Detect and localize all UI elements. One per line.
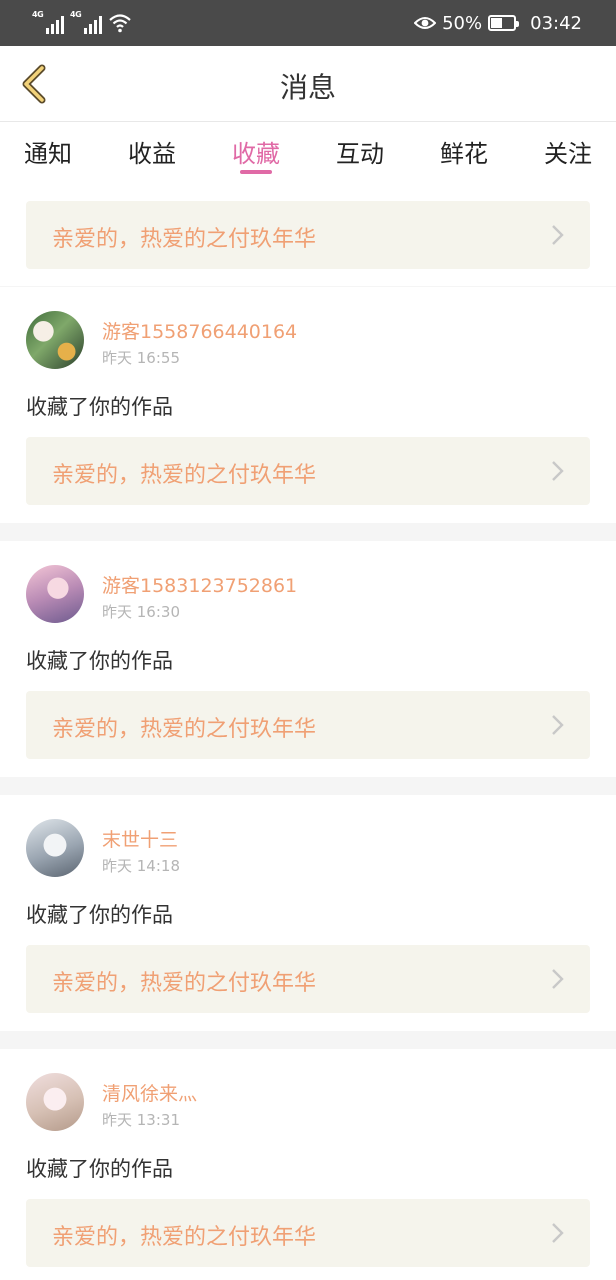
action-text: 收藏了你的作品	[26, 395, 173, 419]
timestamp: 昨天 16:30	[102, 603, 180, 621]
status-bar: 4G 4G 50% 03:42	[0, 0, 616, 46]
divider	[0, 523, 616, 541]
action-text: 收藏了你的作品	[26, 1157, 173, 1181]
clock: 03:42	[530, 12, 582, 34]
username[interactable]: 游客1558766440164	[102, 317, 297, 344]
network-type-label: 4G	[32, 10, 44, 19]
avatar[interactable]	[26, 819, 84, 877]
tab-interactions[interactable]: 互动	[336, 122, 384, 180]
work-card[interactable]: 亲爱的，热爱的之付玖年华	[26, 945, 590, 1013]
cellular-signal-icon-1: 4G	[32, 10, 64, 34]
work-title: 亲爱的，热爱的之付玖年华	[52, 227, 317, 252]
timestamp: 昨天 13:31	[102, 1111, 180, 1129]
tab-following[interactable]: 关注	[544, 122, 592, 180]
network-type-label: 4G	[70, 10, 82, 19]
tab-bar: 通知 收益 收藏 互动 鲜花 关注	[0, 122, 616, 180]
list-item: 游客1558766440164 昨天 16:55 收藏了你的作品 亲爱的，热爱的…	[0, 287, 616, 523]
work-card[interactable]: 亲爱的，热爱的之付玖年华	[26, 201, 590, 269]
chevron-right-icon	[552, 715, 564, 735]
cellular-signal-icon-2: 4G	[70, 10, 102, 34]
favorite-notification-list: 游客1558766440164 昨天 16:55 收藏了你的作品 亲爱的，热爱的…	[0, 287, 616, 1280]
work-title: 亲爱的，热爱的之付玖年华	[52, 1225, 317, 1250]
tab-notifications[interactable]: 通知	[24, 122, 72, 180]
tab-favorites[interactable]: 收藏	[232, 122, 280, 180]
action-text: 收藏了你的作品	[26, 649, 173, 673]
avatar[interactable]	[26, 311, 84, 369]
timestamp: 昨天 14:18	[102, 857, 180, 875]
app-header: 消息	[0, 46, 616, 122]
tab-earnings[interactable]: 收益	[128, 122, 176, 180]
divider	[0, 777, 616, 795]
battery-level	[491, 18, 503, 28]
username[interactable]: 游客1583123752861	[102, 571, 297, 598]
page-title: 消息	[279, 71, 336, 104]
list-item: 末世十三 昨天 14:18 收藏了你的作品 亲爱的，热爱的之付玖年华	[0, 795, 616, 1031]
featured-work-section: 亲爱的，热爱的之付玖年华	[0, 180, 616, 304]
chevron-right-icon	[552, 969, 564, 989]
avatar[interactable]	[26, 565, 84, 623]
wifi-icon	[109, 14, 131, 33]
list-item: 清风徐来灬 昨天 13:31 收藏了你的作品 亲爱的，热爱的之付玖年华	[0, 1049, 616, 1280]
chevron-right-icon	[552, 461, 564, 481]
username[interactable]: 清风徐来灬	[102, 1079, 197, 1106]
username[interactable]: 末世十三	[102, 825, 178, 852]
chevron-right-icon	[552, 1223, 564, 1243]
battery-percent: 50%	[442, 12, 483, 34]
chevron-right-icon	[552, 225, 564, 245]
list-item: 游客1583123752861 昨天 16:30 收藏了你的作品 亲爱的，热爱的…	[0, 541, 616, 777]
avatar[interactable]	[26, 1073, 84, 1131]
battery-icon	[488, 15, 520, 31]
work-title: 亲爱的，热爱的之付玖年华	[52, 463, 317, 488]
action-text: 收藏了你的作品	[26, 903, 173, 927]
work-card[interactable]: 亲爱的，热爱的之付玖年华	[26, 691, 590, 759]
eye-icon	[414, 17, 437, 29]
timestamp: 昨天 16:55	[102, 349, 180, 367]
divider	[0, 1031, 616, 1049]
work-title: 亲爱的，热爱的之付玖年华	[52, 717, 317, 742]
work-card[interactable]: 亲爱的，热爱的之付玖年华	[26, 437, 590, 505]
work-card[interactable]: 亲爱的，热爱的之付玖年华	[26, 1199, 590, 1267]
work-title: 亲爱的，热爱的之付玖年华	[52, 971, 317, 996]
tab-flowers[interactable]: 鲜花	[440, 122, 488, 180]
